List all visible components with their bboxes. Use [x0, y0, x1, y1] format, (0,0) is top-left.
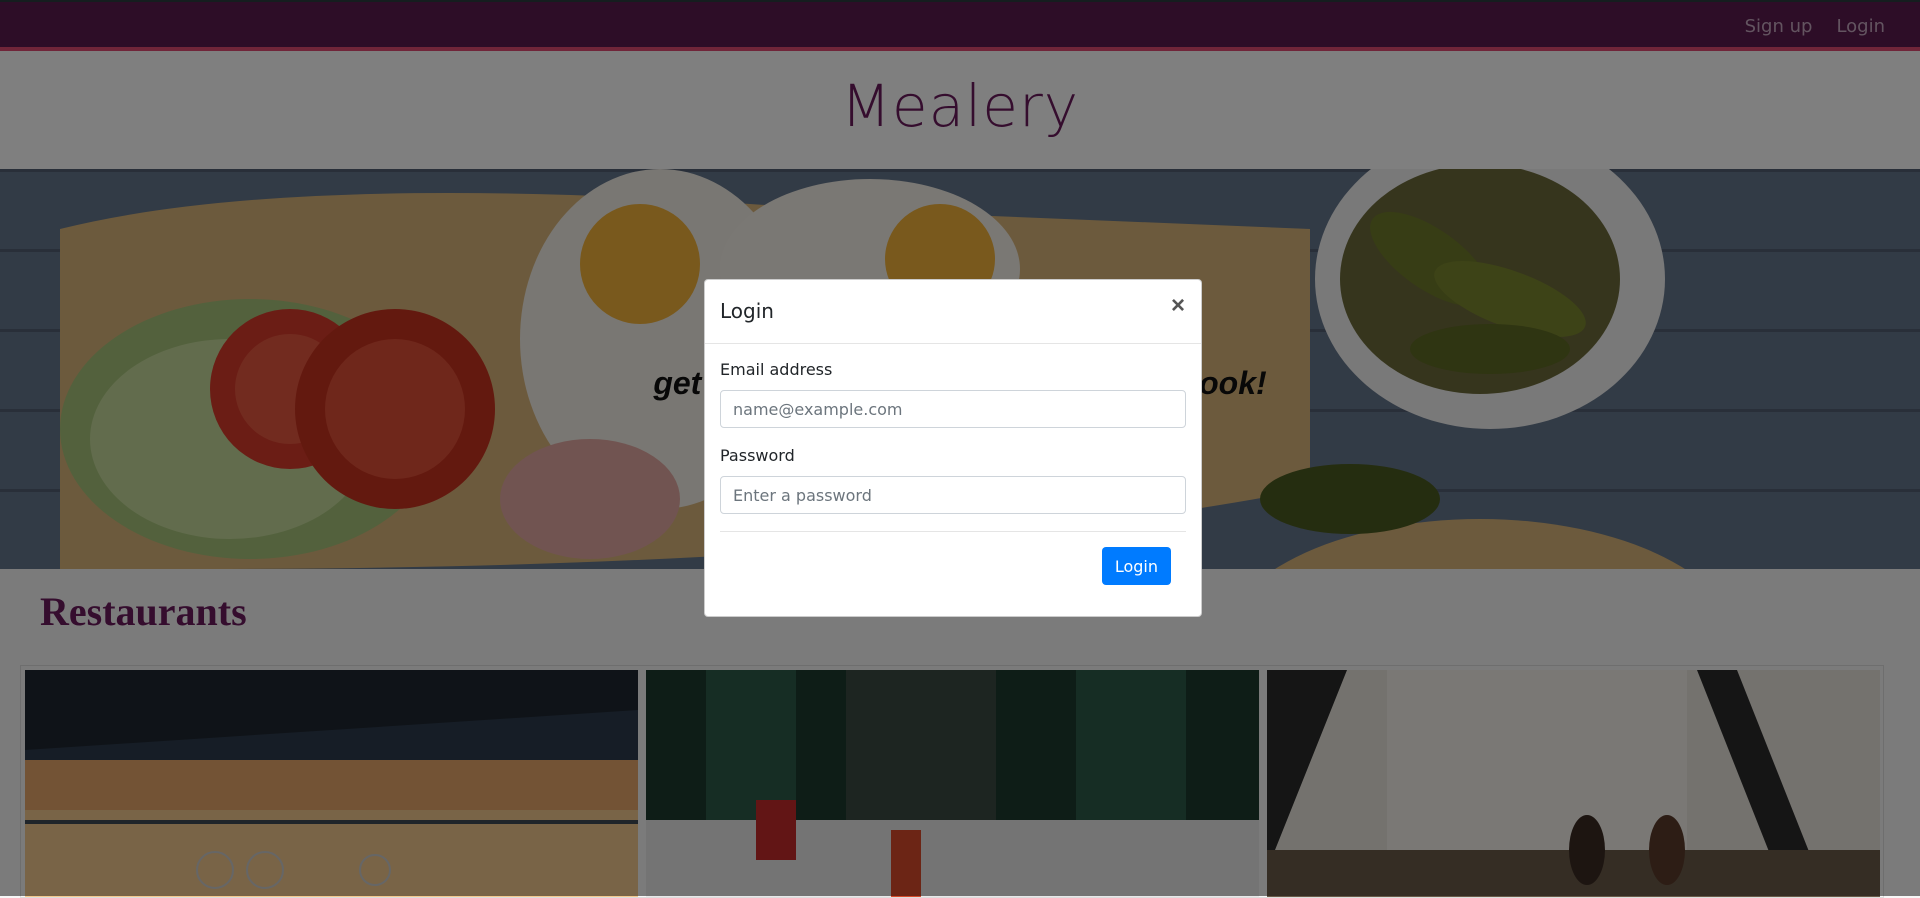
- close-icon[interactable]: ×: [1171, 292, 1185, 320]
- password-label: Password: [720, 446, 795, 465]
- modal-divider: [720, 531, 1186, 532]
- modal-header: Login ×: [705, 280, 1201, 344]
- email-label: Email address: [720, 360, 833, 379]
- login-button[interactable]: Login: [1101, 547, 1171, 585]
- password-field[interactable]: [720, 476, 1186, 514]
- email-field[interactable]: [720, 390, 1186, 428]
- login-modal: Login × Email address Password Login: [704, 279, 1202, 617]
- modal-title: Login: [720, 299, 774, 323]
